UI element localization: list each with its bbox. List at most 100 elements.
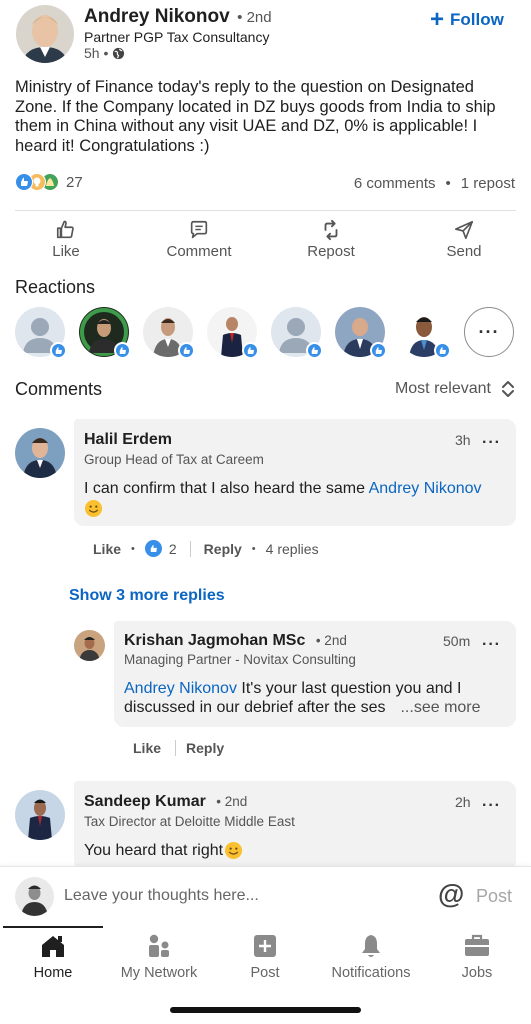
reaction-summary[interactable]: 27 xyxy=(15,173,83,191)
home-indicator xyxy=(170,1007,361,1013)
follow-label: Follow xyxy=(450,10,504,29)
comment-like-button[interactable]: Like xyxy=(93,541,121,557)
reactor-avatar[interactable] xyxy=(15,307,67,359)
repost-button[interactable]: Repost xyxy=(300,219,362,260)
comment-text-body: You heard that right xyxy=(84,841,224,859)
post-body: Ministry of Finance today's reply to the… xyxy=(15,78,520,156)
nav-my-network-label: My Network xyxy=(120,965,198,981)
comment-time: 3h xyxy=(455,432,471,448)
comment-like-count[interactable]: 2 xyxy=(169,541,177,557)
nav-post[interactable]: Post xyxy=(235,933,295,981)
more-reactions-button[interactable]: ··· xyxy=(464,307,514,357)
post-author-headline: Partner PGP Tax Consultancy xyxy=(84,29,270,45)
replies-count[interactable]: 4 replies xyxy=(266,541,319,557)
commenter-headline: Tax Director at Deloitte Middle East xyxy=(84,814,295,829)
post-body-line: Zone. If the Company located in DZ buys … xyxy=(15,97,496,116)
commenter-name[interactable]: Halil Erdem xyxy=(84,431,172,449)
reactor-avatar[interactable] xyxy=(79,307,131,359)
smile-emoji-icon xyxy=(84,499,509,523)
mention-at-button[interactable]: @ xyxy=(438,879,464,910)
reply-author-name[interactable]: Krishan Jagmohan MSc xyxy=(124,632,305,649)
commenter-headline: Group Head of Tax at Careem xyxy=(84,452,264,467)
comments-title: Comments xyxy=(15,379,103,399)
mention-link[interactable]: Andrey Nikonov xyxy=(369,480,482,497)
reply-options-button[interactable]: ··· xyxy=(482,636,501,654)
reactor-avatar[interactable] xyxy=(335,307,387,359)
smile-emoji-icon xyxy=(225,841,243,860)
comment-icon xyxy=(190,220,208,239)
comment-options-button[interactable]: ··· xyxy=(482,434,501,452)
reaction-count: 27 xyxy=(66,173,83,191)
people-icon xyxy=(149,934,169,957)
home-icon xyxy=(42,936,64,957)
post-author-name[interactable]: Andrey Nikonov xyxy=(84,6,230,27)
like-badge-icon xyxy=(114,342,131,359)
reply-author-avatar[interactable] xyxy=(74,630,105,661)
comment-text-body: I can confirm that I also heard the same xyxy=(84,480,369,497)
post-body-line: them in China without any visit UAE and … xyxy=(15,117,478,135)
reactor-avatar[interactable] xyxy=(143,307,195,359)
post-comment-button[interactable]: Post xyxy=(476,886,512,907)
like-badge-icon xyxy=(306,342,323,359)
comment-time: 2h xyxy=(455,794,471,810)
thumbs-up-icon xyxy=(56,220,74,239)
send-label: Send xyxy=(446,243,482,260)
like-badge-icon xyxy=(370,342,387,359)
globe-icon xyxy=(113,47,125,59)
post-author-degree: • 2nd xyxy=(237,9,272,26)
separator-dot: • xyxy=(445,175,451,192)
send-button[interactable]: Send xyxy=(436,219,492,260)
comment-reply-button[interactable]: Reply xyxy=(204,541,242,557)
ellipsis-icon: ··· xyxy=(478,322,500,342)
commenter-avatar[interactable] xyxy=(15,790,65,840)
comment-input[interactable]: Leave your thoughts here... xyxy=(64,887,424,905)
my-avatar[interactable] xyxy=(15,877,54,916)
reply-author-headline: Managing Partner - Novitax Consulting xyxy=(124,652,356,667)
reposts-count[interactable]: 1 repost xyxy=(461,175,515,192)
comment-options-button[interactable]: ··· xyxy=(482,797,501,815)
like-label: Like xyxy=(52,243,80,260)
ellipsis-icon: ··· xyxy=(482,636,501,653)
reactor-avatar[interactable] xyxy=(207,307,259,359)
commenter-name[interactable]: Sandeep Kumar xyxy=(84,793,206,810)
separator-dot: • xyxy=(251,542,256,555)
nav-jobs[interactable]: Jobs xyxy=(447,933,507,981)
bell-icon xyxy=(362,935,380,957)
nav-my-network[interactable]: My Network xyxy=(111,933,207,981)
like-reaction-icon xyxy=(15,173,33,191)
post-author-avatar[interactable] xyxy=(16,5,74,63)
reactions-title: Reactions xyxy=(15,277,96,297)
like-badge-icon xyxy=(242,342,259,359)
plus-icon: + xyxy=(430,6,445,33)
repost-label: Repost xyxy=(307,243,355,260)
reply-like-button[interactable]: Like xyxy=(133,740,161,756)
comment-label: Comment xyxy=(166,243,232,260)
reply-text-line: It's your last question you and I xyxy=(236,680,462,697)
nav-post-label: Post xyxy=(250,965,280,981)
reactor-avatar[interactable] xyxy=(399,307,451,359)
repost-icon xyxy=(324,219,338,241)
commenter-avatar[interactable] xyxy=(15,428,65,478)
divider xyxy=(175,740,177,756)
comments-count[interactable]: 6 comments xyxy=(354,175,436,192)
reply-reply-button[interactable]: Reply xyxy=(186,740,224,756)
post-body-line: Ministry of Finance today's reply to the… xyxy=(15,78,474,96)
like-button[interactable]: Like xyxy=(36,219,96,260)
show-more-replies-button[interactable]: Show 3 more replies xyxy=(69,587,225,605)
mention-link[interactable]: Andrey Nikonov xyxy=(124,680,237,697)
ellipsis-icon: ··· xyxy=(482,797,501,814)
sort-label: Most relevant xyxy=(394,380,491,397)
reply-author-degree: • 2nd xyxy=(315,633,347,648)
see-more-button[interactable]: ...see more xyxy=(400,699,480,716)
send-icon xyxy=(454,220,474,240)
nav-home[interactable]: Home xyxy=(13,933,93,981)
like-badge-icon xyxy=(434,342,451,359)
nav-notifications[interactable]: Notifications xyxy=(323,933,419,981)
reactor-avatar[interactable] xyxy=(271,307,323,359)
follow-button[interactable]: + Follow xyxy=(430,6,504,33)
post-body-line: heard it! Congratulations :) xyxy=(15,136,210,155)
sort-chevrons-icon xyxy=(502,381,514,397)
sort-selector[interactable]: Most relevant xyxy=(395,379,515,399)
like-badge-icon xyxy=(178,342,195,359)
comment-button[interactable]: Comment xyxy=(160,219,238,260)
